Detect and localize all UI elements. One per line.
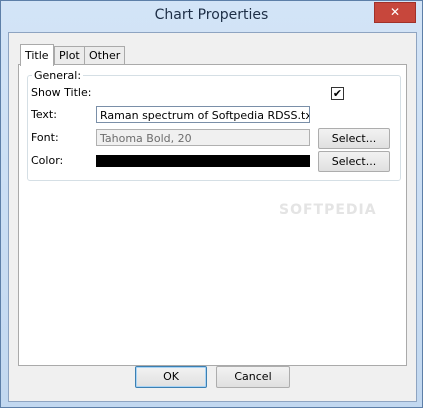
font-select-button[interactable]: Select... xyxy=(318,128,390,149)
general-groupbox: General: Show Title: ✔ Text: Raman spect… xyxy=(27,69,401,181)
tab-plot[interactable]: Plot xyxy=(54,46,85,65)
close-icon: ✕ xyxy=(389,5,401,19)
general-group-label: General: xyxy=(32,69,84,82)
dialog-client-area: Title Plot Other General: Show Title: ✔ … xyxy=(8,32,417,402)
show-title-checkbox[interactable]: ✔ xyxy=(331,87,344,100)
color-swatch xyxy=(96,155,310,167)
color-label: Color: xyxy=(31,154,64,167)
chart-properties-dialog: Chart Properties ✕ Title Plot Other Gene… xyxy=(0,0,423,408)
tab-panel-title: General: Show Title: ✔ Text: Raman spect… xyxy=(18,64,407,366)
close-button[interactable]: ✕ xyxy=(374,2,416,23)
checkmark-icon: ✔ xyxy=(332,87,343,100)
ok-button[interactable]: OK xyxy=(135,366,207,388)
cancel-button[interactable]: Cancel xyxy=(216,366,290,388)
color-select-button[interactable]: Select... xyxy=(318,151,390,172)
window-title: Chart Properties xyxy=(154,7,269,23)
text-label: Text: xyxy=(31,108,57,121)
title-bar[interactable]: Chart Properties ✕ xyxy=(1,1,422,31)
font-display-field: Tahoma Bold, 20 xyxy=(96,129,310,146)
title-text-input[interactable]: Raman spectrum of Softpedia RDSS.txt xyxy=(96,106,310,123)
font-label: Font: xyxy=(31,131,59,144)
show-title-label: Show Title: xyxy=(31,86,92,99)
tab-other[interactable]: Other xyxy=(84,46,126,65)
tab-title[interactable]: Title xyxy=(20,44,54,66)
softpedia-watermark: SOFTPEDIA xyxy=(279,202,377,218)
